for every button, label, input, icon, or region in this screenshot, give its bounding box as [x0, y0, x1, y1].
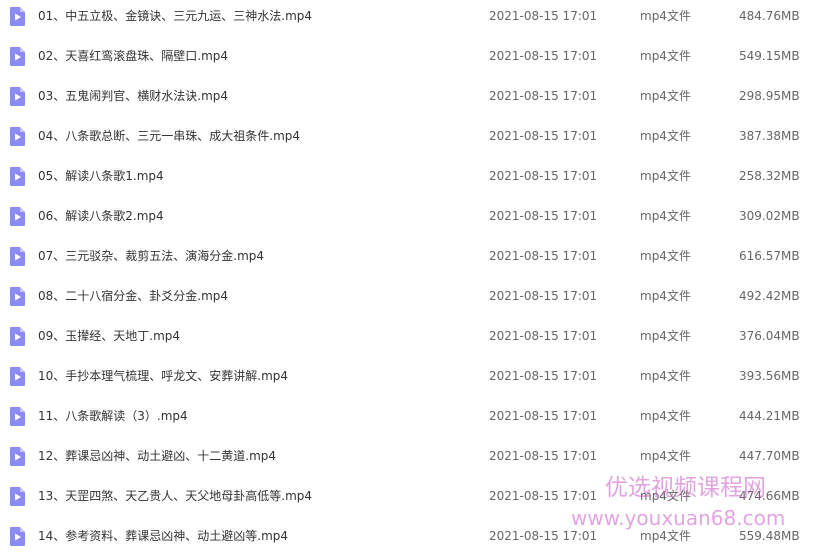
file-row[interactable]: 01、中五立极、金镜诀、三元九运、三神水法.mp4 2021-08-15 17:0… [0, 0, 816, 40]
file-name: 06、解读八条歌2.mp4 [38, 209, 164, 223]
file-type: mp4文件 [640, 289, 691, 303]
file-date: 2021-08-15 17:01 [489, 489, 598, 503]
file-name: 03、五鬼闹判官、横财水法诀.mp4 [38, 89, 229, 103]
file-row[interactable]: 09、玉撵经、天地丁.mp4 2021-08-15 17:01 mp4文件 376.0… [0, 320, 816, 360]
file-name: 10、手抄本理气梳理、呼龙文、安葬讲解.mp4 [38, 369, 289, 383]
file-row[interactable]: 04、八条歌总断、三元一串珠、成大祖条件.mp4 2021-08-15 17:01… [0, 120, 816, 160]
file-name: 07、三元驳杂、裁剪五法、演海分金.mp4 [38, 249, 265, 263]
file-row[interactable]: 08、二十八宿分金、卦爻分金.mp4 2021-08-15 17:01 mp4文件 4… [0, 280, 816, 320]
file-size: 484.76MB [739, 9, 800, 23]
file-name: 13、天罡四煞、天乙贵人、天父地母卦高低等.mp4 [38, 489, 313, 503]
file-size: 258.32MB [739, 169, 800, 183]
video-file-icon [10, 447, 25, 466]
video-file-icon [10, 367, 25, 386]
file-row[interactable]: 02、天喜红鸾滚盘珠、隔壁口.mp4 2021-08-15 17:01 mp4文件 5… [0, 40, 816, 80]
video-file-icon [10, 7, 25, 26]
video-file-icon [10, 47, 25, 66]
file-date: 2021-08-15 17:01 [489, 9, 598, 23]
file-date: 2021-08-15 17:01 [489, 289, 598, 303]
file-name: 05、解读八条歌1.mp4 [38, 169, 164, 183]
file-row[interactable]: 03、五鬼闹判官、横财水法诀.mp4 2021-08-15 17:01 mp4文件 2… [0, 80, 816, 120]
file-date: 2021-08-15 17:01 [489, 369, 598, 383]
file-name: 09、玉撵经、天地丁.mp4 [38, 329, 181, 343]
file-date: 2021-08-15 17:01 [489, 169, 598, 183]
file-list: 01、中五立极、金镜诀、三元九运、三神水法.mp4 2021-08-15 17:0… [0, 0, 816, 549]
file-size: 549.15MB [739, 49, 800, 63]
file-type: mp4文件 [640, 169, 691, 183]
video-file-icon [10, 327, 25, 346]
video-file-icon [10, 167, 25, 186]
video-file-icon [10, 287, 25, 306]
file-row[interactable]: 12、葬课忌凶神、动土避凶、十二黄道.mp4 2021-08-15 17:01 mp… [0, 440, 816, 480]
file-date: 2021-08-15 17:01 [489, 89, 598, 103]
file-row[interactable]: 14、参考资料、葬课忌凶神、动土避凶等.mp4 2021-08-15 17:01 m… [0, 520, 816, 560]
file-row[interactable]: 13、天罡四煞、天乙贵人、天父地母卦高低等.mp4 2021-08-15 17:0… [0, 480, 816, 520]
file-type: mp4文件 [640, 9, 691, 23]
file-type: mp4文件 [640, 449, 691, 463]
file-row[interactable]: 10、手抄本理气梳理、呼龙文、安葬讲解.mp4 2021-08-15 17:01 m… [0, 360, 816, 400]
video-file-icon [10, 87, 25, 106]
file-size: 387.38MB [739, 129, 800, 143]
file-name: 12、葬课忌凶神、动土避凶、十二黄道.mp4 [38, 449, 277, 463]
file-date: 2021-08-15 17:01 [489, 409, 598, 423]
file-row[interactable]: 11、八条歌解读（3）.mp4 2021-08-15 17:01 mp4文件 444.… [0, 400, 816, 440]
file-type: mp4文件 [640, 489, 691, 503]
file-type: mp4文件 [640, 89, 691, 103]
video-file-icon [10, 127, 25, 146]
video-file-icon [10, 247, 25, 266]
file-size: 298.95MB [739, 89, 800, 103]
file-size: 474.66MB [739, 489, 800, 503]
file-size: 616.57MB [739, 249, 800, 263]
file-size: 309.02MB [739, 209, 800, 223]
file-row[interactable]: 07、三元驳杂、裁剪五法、演海分金.mp4 2021-08-15 17:01 mp4… [0, 240, 816, 280]
file-type: mp4文件 [640, 369, 691, 383]
file-date: 2021-08-15 17:01 [489, 449, 598, 463]
file-name: 04、八条歌总断、三元一串珠、成大祖条件.mp4 [38, 129, 301, 143]
file-date: 2021-08-15 17:01 [489, 129, 598, 143]
video-file-icon [10, 407, 25, 426]
file-date: 2021-08-15 17:01 [489, 329, 598, 343]
file-date: 2021-08-15 17:01 [489, 249, 598, 263]
file-size: 376.04MB [739, 329, 800, 343]
file-name: 14、参考资料、葬课忌凶神、动土避凶等.mp4 [38, 529, 289, 543]
file-type: mp4文件 [640, 529, 691, 543]
file-name: 08、二十八宿分金、卦爻分金.mp4 [38, 289, 229, 303]
file-type: mp4文件 [640, 209, 691, 223]
video-file-icon [10, 207, 25, 226]
file-row[interactable]: 05、解读八条歌1.mp4 2021-08-15 17:01 mp4文件 258.32… [0, 160, 816, 200]
video-file-icon [10, 527, 25, 546]
file-name: 02、天喜红鸾滚盘珠、隔壁口.mp4 [38, 49, 229, 63]
file-size: 444.21MB [739, 409, 800, 423]
file-date: 2021-08-15 17:01 [489, 49, 598, 63]
file-size: 447.70MB [739, 449, 800, 463]
file-type: mp4文件 [640, 129, 691, 143]
file-type: mp4文件 [640, 249, 691, 263]
file-size: 492.42MB [739, 289, 800, 303]
file-row[interactable]: 06、解读八条歌2.mp4 2021-08-15 17:01 mp4文件 309.02… [0, 200, 816, 240]
file-type: mp4文件 [640, 409, 691, 423]
file-name: 01、中五立极、金镜诀、三元九运、三神水法.mp4 [38, 9, 313, 23]
file-date: 2021-08-15 17:01 [489, 209, 598, 223]
file-date: 2021-08-15 17:01 [489, 529, 598, 543]
file-size: 559.48MB [739, 529, 800, 543]
file-name: 11、八条歌解读（3）.mp4 [38, 409, 188, 423]
video-file-icon [10, 487, 25, 506]
file-type: mp4文件 [640, 329, 691, 343]
file-type: mp4文件 [640, 49, 691, 63]
file-size: 393.56MB [739, 369, 800, 383]
